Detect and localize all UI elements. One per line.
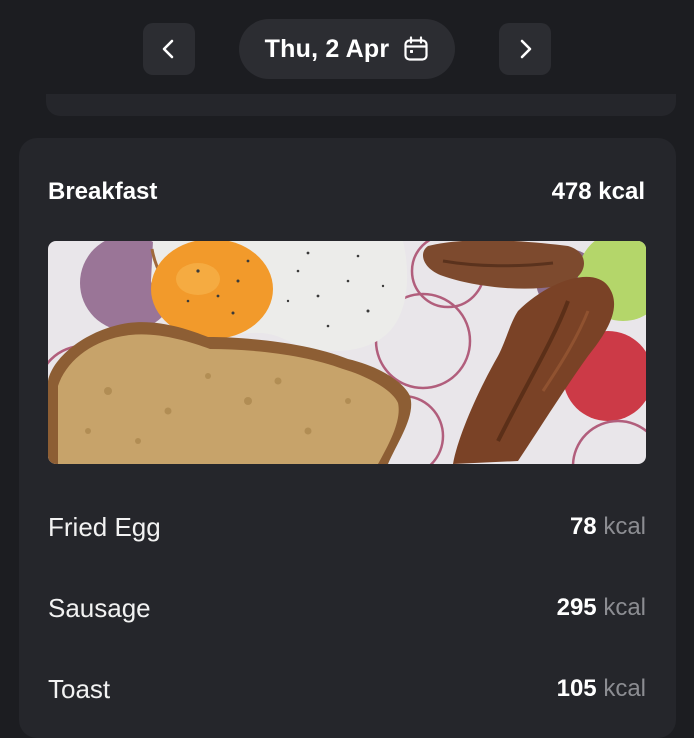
food-kcal-value: 295 [556, 594, 597, 621]
food-kcal-unit: kcal [603, 513, 646, 540]
food-name: Sausage [48, 592, 151, 623]
previous-day-button[interactable] [143, 23, 195, 75]
meal-title: Breakfast [48, 178, 158, 205]
meal-total-value: 478 [551, 178, 592, 205]
food-kcal-value: 78 [569, 513, 597, 540]
food-kcal-unit: kcal [603, 675, 646, 702]
food-name: Fried Egg [48, 511, 161, 542]
meal-photo[interactable] [48, 241, 646, 464]
previous-card-edge [46, 94, 676, 116]
food-name: Toast [48, 673, 111, 704]
breakfast-photo-illustration [48, 241, 646, 464]
food-kcal: 105 kcal [557, 675, 646, 703]
date-label: Thu, 2 Apr [264, 34, 390, 63]
chevron-left-icon [162, 39, 174, 59]
food-kcal-unit: kcal [603, 594, 646, 621]
food-item-toast[interactable]: Toast 105 kcal [48, 669, 646, 709]
food-kcal: 295 kcal [557, 594, 646, 622]
date-navigation-bar: Thu, 2 Apr [0, 0, 694, 106]
meal-total-kcal: 478 kcal [552, 178, 645, 206]
breakfast-card[interactable]: Breakfast 478 kcal Fried Egg 78 kcal Sau… [19, 138, 676, 738]
next-day-button[interactable] [499, 23, 551, 75]
chevron-right-icon [520, 39, 532, 59]
meal-total-unit: kcal [598, 178, 645, 205]
calendar-icon [404, 36, 428, 61]
food-item-sausage[interactable]: Sausage 295 kcal [48, 588, 646, 628]
food-kcal-value: 105 [556, 675, 597, 702]
food-kcal: 78 kcal [570, 513, 646, 541]
date-picker-button[interactable]: Thu, 2 Apr [239, 19, 455, 79]
food-item-fried-egg[interactable]: Fried Egg 78 kcal [48, 507, 646, 547]
